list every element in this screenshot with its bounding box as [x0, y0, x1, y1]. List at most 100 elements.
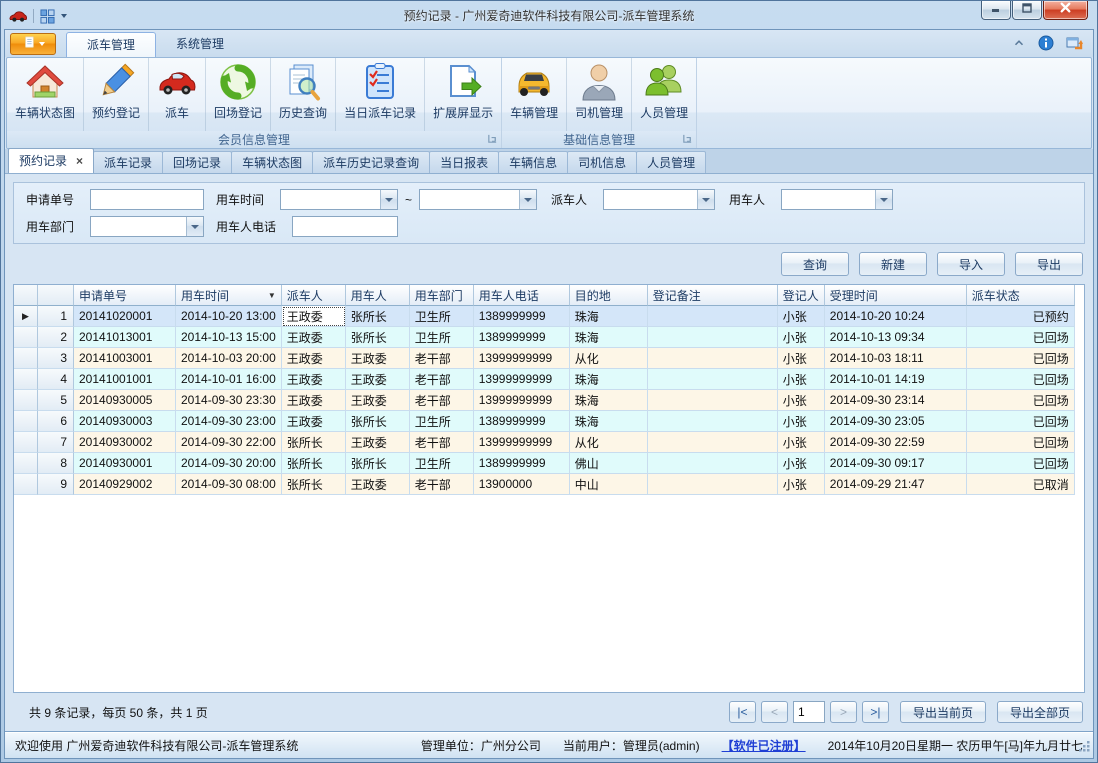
column-header-destination[interactable]: 目的地	[570, 285, 648, 306]
column-header-user[interactable]: 用车人	[346, 285, 410, 306]
cell-accept_time[interactable]: 2014-10-13 09:34	[825, 327, 967, 348]
cell-phone[interactable]: 1389999999	[474, 411, 570, 432]
cell-phone[interactable]: 1389999999	[474, 306, 570, 327]
column-header-registrar[interactable]: 登记人	[778, 285, 825, 306]
cell-accept_time[interactable]: 2014-10-01 14:19	[825, 369, 967, 390]
cell-user[interactable]: 王政委	[346, 474, 410, 495]
ribbon-button-dispatch[interactable]: 派车	[149, 58, 206, 131]
cell-apply_no[interactable]: 20141001001	[74, 369, 176, 390]
cell-status[interactable]: 已回场	[967, 453, 1075, 474]
prev-page-button[interactable]: <	[761, 701, 788, 723]
department-combo[interactable]	[90, 216, 204, 237]
ribbon-button-history-query[interactable]: 历史查询	[271, 58, 336, 131]
cell-phone[interactable]: 13900000	[474, 474, 570, 495]
doc-tab-daily-report[interactable]: 当日报表	[429, 151, 499, 173]
cell-use_time[interactable]: 2014-10-20 13:00	[176, 306, 282, 327]
cell-registrar[interactable]: 小张	[778, 411, 825, 432]
last-page-button[interactable]: >|	[862, 701, 889, 723]
doc-tab-reservation-records[interactable]: 预约记录×	[8, 148, 94, 173]
cell-use_time[interactable]: 2014-09-30 20:00	[176, 453, 282, 474]
cell-status[interactable]: 已回场	[967, 369, 1075, 390]
cell-phone[interactable]: 13999999999	[474, 390, 570, 411]
cell-department[interactable]: 卫生所	[410, 306, 474, 327]
minimize-button[interactable]	[981, 1, 1011, 20]
cell-apply_no[interactable]: 20141020001	[74, 306, 176, 327]
doc-tab-vehicle-info[interactable]: 车辆信息	[498, 151, 568, 173]
chevron-down-icon[interactable]	[697, 190, 714, 209]
chevron-down-icon[interactable]	[519, 190, 536, 209]
cell-destination[interactable]: 珠海	[570, 306, 648, 327]
table-row[interactable]: 7201409300022014-09-30 22:00张所长王政委老干部139…	[14, 432, 1075, 453]
close-tab-icon[interactable]: ×	[76, 155, 83, 167]
ribbon-button-vehicle-management[interactable]: 车辆管理	[502, 58, 567, 131]
cell-registrar[interactable]: 小张	[778, 432, 825, 453]
chevron-down-icon[interactable]	[186, 217, 203, 236]
cell-status[interactable]: 已回场	[967, 348, 1075, 369]
dialog-launcher-icon[interactable]	[486, 133, 498, 145]
cell-status[interactable]: 已回场	[967, 432, 1075, 453]
doc-tab-staff-management[interactable]: 人员管理	[636, 151, 706, 173]
cell-use_time[interactable]: 2014-10-13 15:00	[176, 327, 282, 348]
export-button[interactable]: 导出	[1015, 252, 1083, 276]
resize-grip-icon[interactable]	[1078, 740, 1091, 756]
page-number-input[interactable]	[793, 701, 825, 723]
cell-phone[interactable]: 13999999999	[474, 432, 570, 453]
cell-phone[interactable]: 13999999999	[474, 369, 570, 390]
cell-use_time[interactable]: 2014-09-30 08:00	[176, 474, 282, 495]
ribbon-button-vehicle-status-map[interactable]: 车辆状态图	[7, 58, 84, 131]
column-header-use_time[interactable]: ▼用车时间	[176, 285, 282, 306]
ribbon-tab-system-management[interactable]: 系统管理	[156, 32, 244, 57]
chevron-down-icon[interactable]	[380, 190, 397, 209]
cell-destination[interactable]: 从化	[570, 432, 648, 453]
doc-tab-dispatch-history-query[interactable]: 派车历史记录查询	[312, 151, 430, 173]
cell-dispatcher[interactable]: 王政委	[282, 369, 346, 390]
cell-remark[interactable]	[648, 411, 778, 432]
cell-remark[interactable]	[648, 390, 778, 411]
cell-apply_no[interactable]: 20140929002	[74, 474, 176, 495]
cell-accept_time[interactable]: 2014-09-30 23:14	[825, 390, 967, 411]
table-row[interactable]: 8201409300012014-09-30 20:00张所长张所长卫生所138…	[14, 453, 1075, 474]
cell-department[interactable]: 老干部	[410, 432, 474, 453]
cell-use_time[interactable]: 2014-09-30 23:30	[176, 390, 282, 411]
first-page-button[interactable]: |<	[729, 701, 756, 723]
cell-dispatcher[interactable]: 王政委	[282, 390, 346, 411]
doc-tab-return-records[interactable]: 回场记录	[162, 151, 232, 173]
cell-remark[interactable]	[648, 474, 778, 495]
ribbon-button-driver-management[interactable]: 司机管理	[567, 58, 632, 131]
window-switch-icon[interactable]	[1066, 35, 1083, 51]
cell-use_time[interactable]: 2014-10-01 16:00	[176, 369, 282, 390]
use-time-from-combo[interactable]	[280, 189, 398, 210]
cell-department[interactable]: 卫生所	[410, 411, 474, 432]
cell-department[interactable]: 老干部	[410, 474, 474, 495]
cell-phone[interactable]: 13999999999	[474, 348, 570, 369]
cell-dispatcher[interactable]: 王政委	[282, 327, 346, 348]
doc-tab-dispatch-records[interactable]: 派车记录	[93, 151, 163, 173]
cell-accept_time[interactable]: 2014-09-29 21:47	[825, 474, 967, 495]
app-menu-button[interactable]	[10, 33, 56, 55]
cell-registrar[interactable]: 小张	[778, 453, 825, 474]
table-row[interactable]: 5201409300052014-09-30 23:30王政委王政委老干部139…	[14, 390, 1075, 411]
user-combo[interactable]	[781, 189, 893, 210]
doc-tab-driver-info[interactable]: 司机信息	[567, 151, 637, 173]
ribbon-tab-dispatch-management[interactable]: 派车管理	[66, 32, 156, 57]
chevron-down-icon[interactable]	[875, 190, 892, 209]
cell-status[interactable]: 已取消	[967, 474, 1075, 495]
cell-dispatcher[interactable]: 张所长	[282, 453, 346, 474]
cell-user[interactable]: 张所长	[346, 327, 410, 348]
cell-user[interactable]: 张所长	[346, 453, 410, 474]
app-car-icon[interactable]	[9, 9, 27, 23]
cell-department[interactable]: 卫生所	[410, 327, 474, 348]
chevron-down-icon[interactable]	[61, 14, 67, 18]
cell-accept_time[interactable]: 2014-09-30 09:17	[825, 453, 967, 474]
cell-use_time[interactable]: 2014-09-30 22:00	[176, 432, 282, 453]
cell-destination[interactable]: 中山	[570, 474, 648, 495]
cell-registrar[interactable]: 小张	[778, 348, 825, 369]
table-row[interactable]: 6201409300032014-09-30 23:00王政委张所长卫生所138…	[14, 411, 1075, 432]
cell-registrar[interactable]: 小张	[778, 369, 825, 390]
info-icon[interactable]	[1038, 35, 1054, 51]
cell-destination[interactable]: 从化	[570, 348, 648, 369]
column-header-accept_time[interactable]: 受理时间	[825, 285, 967, 306]
cell-phone[interactable]: 1389999999	[474, 453, 570, 474]
cell-use_time[interactable]: 2014-09-30 23:00	[176, 411, 282, 432]
cell-apply_no[interactable]: 20141013001	[74, 327, 176, 348]
